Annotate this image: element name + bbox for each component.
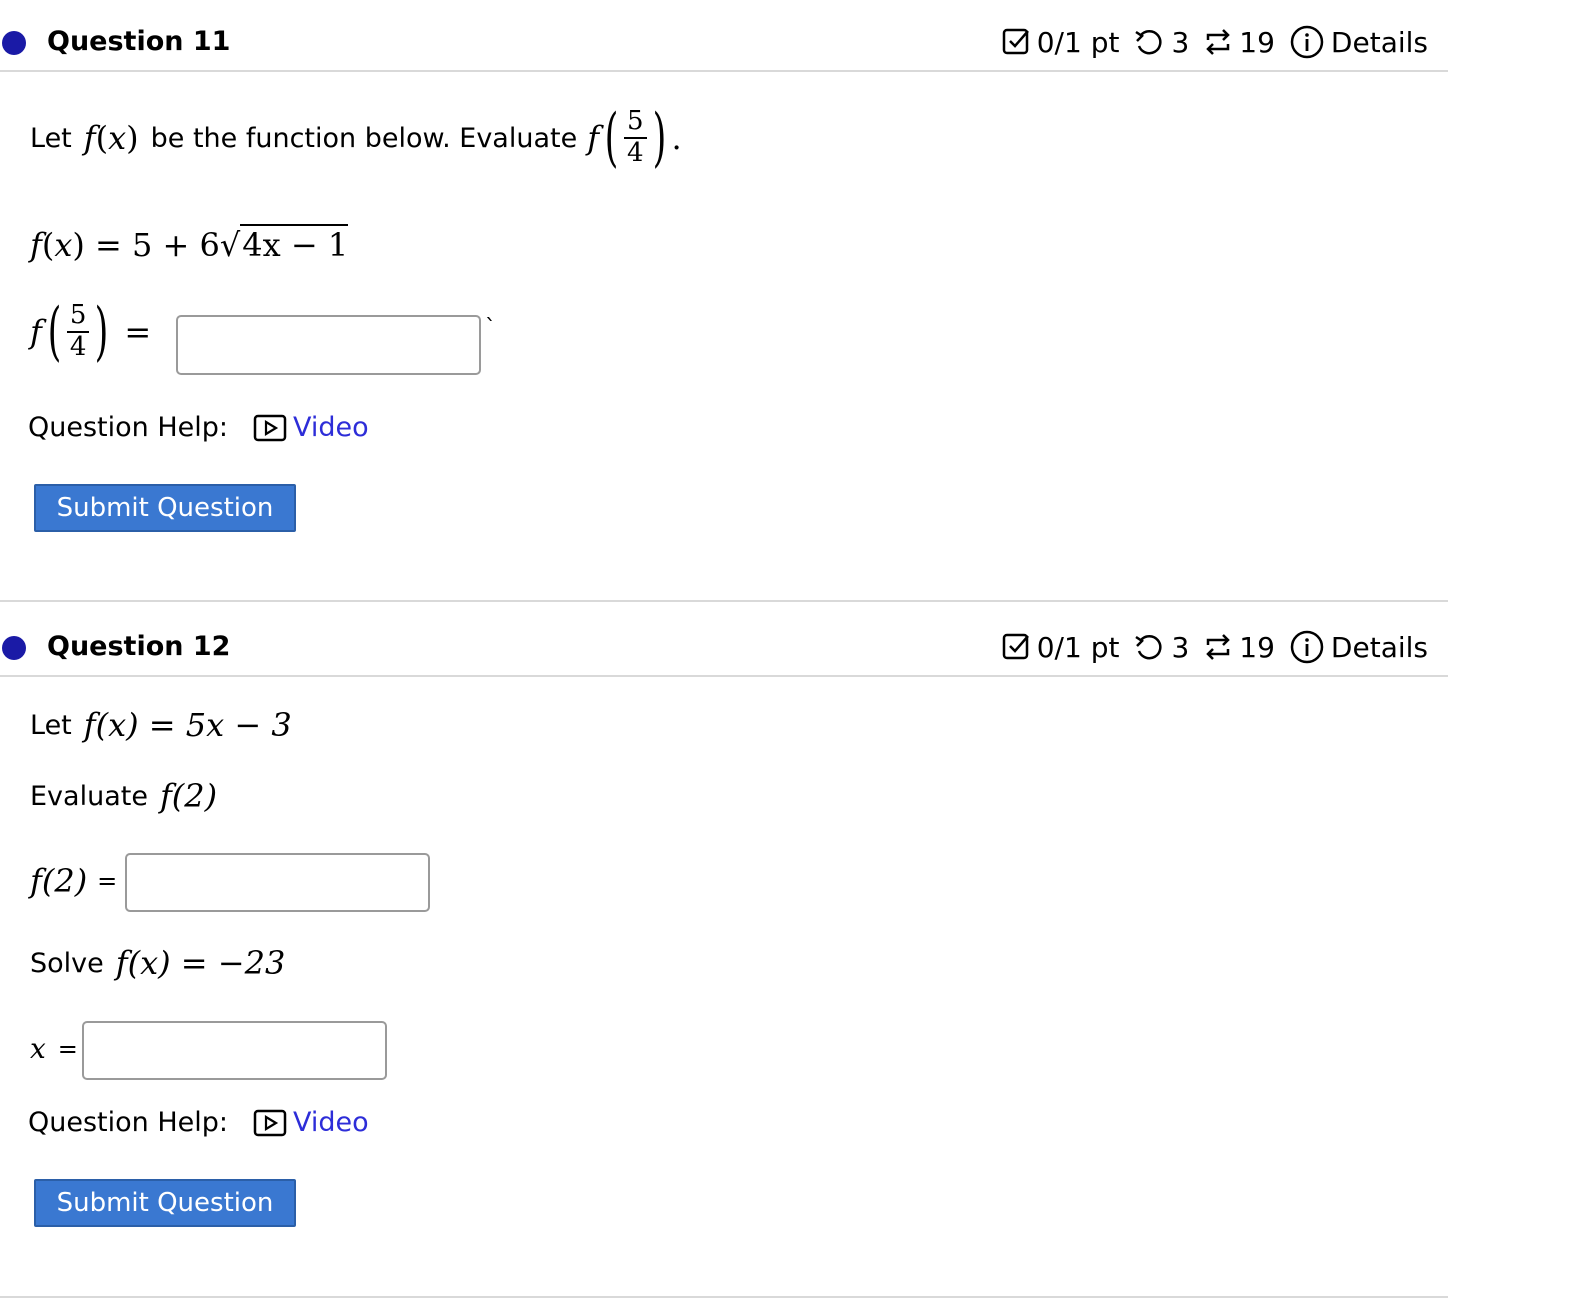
q11-attempts: 19 (1239, 25, 1275, 59)
q12-ans2-label: x = (30, 1032, 78, 1065)
divider (0, 600, 1448, 602)
prompt-prefix: Let (30, 122, 72, 154)
q11-retries: 3 (1171, 25, 1190, 59)
q12-ans1-input[interactable] (125, 853, 430, 912)
q12-line2: Evaluate f(2) (30, 777, 217, 815)
line3-math: f(x) = −23 (115, 944, 286, 982)
line1-math: f(x) = 5x − 3 (83, 706, 292, 744)
line1-prefix: Let (30, 709, 72, 741)
q11-details-link[interactable]: Details (1331, 26, 1428, 59)
prompt-func: f(x) (83, 119, 139, 157)
q12-ans1-label: f(2) = (30, 862, 118, 900)
attempts-icon (1203, 632, 1233, 662)
video-link[interactable]: Video (293, 1107, 369, 1138)
q11-title: Question 11 (47, 26, 231, 57)
retry-icon (1133, 632, 1165, 662)
help-label: Question Help: (28, 1107, 228, 1138)
q12-details-link[interactable]: Details (1331, 631, 1428, 664)
q11-tick-mark: ` (485, 316, 496, 341)
q11-meta: 0/1 pt 3 19 Details (1001, 24, 1428, 60)
q11-prompt: Let f(x) be the function below. Evaluate… (30, 106, 682, 170)
q12-line3: Solve f(x) = −23 (30, 944, 285, 982)
q11-points: 0/1 pt (1036, 25, 1120, 59)
q11-func-def: f(x) = 5 + 6√4x − 1 (30, 224, 349, 264)
video-icon (253, 414, 287, 442)
line2-prefix: Evaluate (30, 780, 148, 812)
q12-ans2-input[interactable] (82, 1021, 387, 1080)
video-icon (253, 1109, 287, 1137)
q12-title: Question 12 (47, 631, 231, 662)
q12-header: Question 12 0/1 pt 3 19 Details (0, 615, 1448, 677)
checkbox-icon (1001, 27, 1031, 57)
checkbox-icon (1001, 632, 1031, 662)
status-dot (2, 31, 26, 55)
divider (0, 1296, 1448, 1298)
q12-points: 0/1 pt (1036, 630, 1120, 664)
prompt-mid: be the function below. Evaluate (150, 122, 578, 154)
q12-retries: 3 (1171, 630, 1190, 664)
status-dot (2, 636, 26, 660)
prompt-eval: f ( 54 ) . (587, 101, 682, 175)
q11-answer-label: f ( 54 ) = (30, 295, 152, 369)
line3-prefix: Solve (30, 947, 104, 979)
info-icon[interactable] (1289, 24, 1325, 60)
q11-header: Question 11 0/1 pt 3 19 Details (0, 10, 1448, 72)
q12-submit-button[interactable]: Submit Question (34, 1179, 296, 1227)
q12-help: Question Help: Video (28, 1107, 369, 1138)
line2-math: f(2) (159, 777, 218, 815)
video-link[interactable]: Video (293, 412, 369, 443)
q12-attempts: 19 (1239, 630, 1275, 664)
q11-submit-button[interactable]: Submit Question (34, 484, 296, 532)
q12-line1: Let f(x) = 5x − 3 (30, 706, 292, 744)
q11-help: Question Help: Video (28, 412, 369, 443)
attempts-icon (1203, 27, 1233, 57)
retry-icon (1133, 27, 1165, 57)
q12-meta: 0/1 pt 3 19 Details (1001, 629, 1428, 665)
info-icon[interactable] (1289, 629, 1325, 665)
q11-answer-input[interactable] (176, 315, 481, 375)
help-label: Question Help: (28, 412, 228, 443)
